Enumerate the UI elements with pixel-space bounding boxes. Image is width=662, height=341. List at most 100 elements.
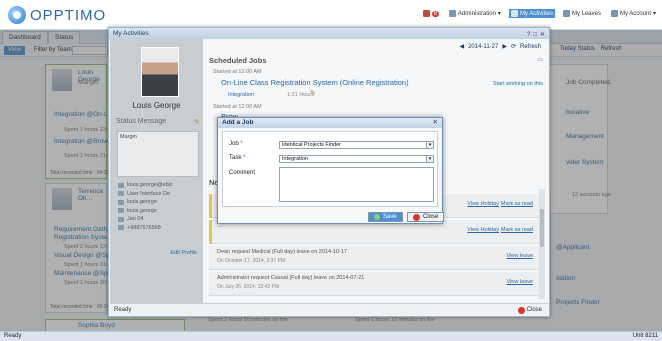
app-logo[interactable]: OPPTIMO bbox=[8, 6, 106, 24]
current-date[interactable]: 2014-11-27 bbox=[468, 44, 498, 50]
job-select[interactable]: Identical Projects Finder ▾ bbox=[279, 141, 434, 149]
view-leave-link[interactable]: View leave bbox=[507, 253, 534, 259]
notification-text: Administrator request Casual (Full day) … bbox=[217, 275, 365, 281]
job-label: Job * bbox=[229, 141, 243, 147]
notification-marker bbox=[209, 194, 212, 218]
dialog-title: Add a Job bbox=[222, 119, 254, 126]
notification-date: On July 26, 2014, 12:42 PM bbox=[217, 284, 279, 290]
app-header: OPPTIMO 8 Administration ▾ My Activities… bbox=[0, 0, 662, 30]
account-icon bbox=[610, 10, 618, 17]
refresh-button[interactable]: Refresh bbox=[520, 44, 541, 50]
close-label: Close bbox=[526, 307, 542, 313]
job-start-time: Started at 12:00 AM bbox=[213, 69, 262, 75]
view-holiday-link[interactable]: View Holiday bbox=[467, 227, 499, 233]
info-text: Jan 04 bbox=[127, 216, 144, 223]
scheduled-jobs-title: Scheduled Jobs bbox=[209, 56, 267, 65]
refresh-icon[interactable]: ⟳ bbox=[511, 43, 516, 50]
job-label-text: Job bbox=[229, 141, 239, 147]
notification-item: Dean request Medical (Full day) leave on… bbox=[209, 246, 543, 270]
email-row: louis.george@ebiz bbox=[118, 181, 173, 190]
task-select-value: Integration bbox=[282, 156, 308, 162]
designation-row: User Interface De bbox=[118, 190, 173, 199]
nav-label: Administration bbox=[457, 10, 496, 17]
check-icon bbox=[374, 214, 380, 220]
alerts-count: 8 bbox=[431, 10, 439, 17]
edit-status-icon[interactable]: ✎ bbox=[194, 118, 200, 126]
status-right: Unit 8211 bbox=[632, 333, 658, 339]
nav-my-activities[interactable]: My Activities bbox=[508, 9, 555, 18]
refresh-button-2[interactable]: Refresh bbox=[601, 46, 622, 52]
view-holiday-link[interactable]: View Holiday bbox=[467, 201, 499, 207]
window-status: Ready bbox=[114, 307, 132, 313]
window-title-bar[interactable]: My Activities ? □ ✕ bbox=[109, 28, 549, 39]
user-admin-icon bbox=[448, 10, 456, 17]
nav-my-account[interactable]: My Account ▾ bbox=[609, 9, 658, 18]
nav-my-leaves[interactable]: My Leaves bbox=[561, 9, 603, 18]
collapse-icon[interactable]: ▭ bbox=[537, 56, 543, 63]
close-button[interactable]: Close bbox=[407, 212, 445, 222]
view-leave-link[interactable]: View leave bbox=[507, 279, 534, 285]
scrollbar-thumb[interactable] bbox=[540, 209, 544, 247]
chevron-down-icon[interactable]: ▾ bbox=[426, 156, 433, 162]
profile-info: louis.george@ebiz User Interface De loui… bbox=[118, 181, 173, 232]
notifications-scrollbar[interactable] bbox=[539, 189, 545, 299]
notification-date: On October 17, 2014, 2:37 PM bbox=[217, 258, 286, 264]
status-bar: Ready Unit 8211 bbox=[0, 331, 662, 341]
header-nav: 8 Administration ▾ My Activities My Leav… bbox=[421, 9, 658, 18]
window-title: My Activities bbox=[113, 30, 149, 37]
leaves-icon bbox=[562, 10, 570, 17]
mark-as-read-link[interactable]: Mark as read bbox=[501, 201, 533, 207]
nav-label: My Activities bbox=[519, 10, 553, 17]
bell-icon bbox=[422, 10, 430, 17]
next-date-icon[interactable]: ▶ bbox=[502, 43, 507, 50]
start-working-link[interactable]: Start working on this bbox=[493, 81, 543, 87]
close-icon bbox=[517, 306, 525, 314]
messenger-row: louis.george bbox=[118, 207, 173, 216]
task-select[interactable]: Integration ▾ bbox=[279, 155, 434, 163]
status-message-box[interactable]: Margin bbox=[117, 131, 199, 177]
phone-icon bbox=[118, 225, 124, 231]
mark-as-read-link[interactable]: Mark as read bbox=[501, 227, 533, 233]
today-status-button[interactable]: Today Status bbox=[560, 46, 595, 52]
edit-profile-link[interactable]: Edit Profile bbox=[170, 250, 197, 256]
job-task[interactable]: Integration bbox=[228, 92, 254, 98]
skype-row: louis.george bbox=[118, 198, 173, 207]
nav-label: My Account bbox=[619, 10, 651, 17]
comment-field[interactable] bbox=[279, 167, 434, 202]
info-text: louis.george@ebiz bbox=[127, 182, 173, 189]
dialog-form: Job * Identical Projects Finder ▾ Task *… bbox=[222, 131, 438, 207]
briefcase-icon bbox=[118, 191, 124, 197]
window-close-button[interactable]: Close bbox=[517, 304, 542, 316]
notification-marker bbox=[209, 220, 212, 244]
dialog-close-icon[interactable]: ✕ bbox=[433, 118, 438, 128]
logo-text: OPPTIMO bbox=[30, 6, 107, 24]
job-start-time: Started at 12:00 AM bbox=[213, 104, 262, 110]
notification-item: Administrator request Casual (Full day) … bbox=[209, 272, 543, 296]
comment-label: Comment bbox=[229, 170, 256, 176]
task-label: Task * bbox=[229, 155, 245, 161]
task-label-text: Task bbox=[229, 155, 242, 161]
status-controls: Today Status Refresh bbox=[560, 46, 622, 52]
dialog-title-bar[interactable]: Add a Job ✕ bbox=[218, 118, 442, 128]
alerts-button[interactable]: 8 bbox=[421, 9, 441, 18]
chat-icon bbox=[118, 208, 124, 214]
nav-administration[interactable]: Administration ▾ bbox=[447, 9, 503, 18]
close-label: Close bbox=[423, 213, 439, 220]
info-text: User Interface De bbox=[127, 190, 171, 197]
info-text: louis.george bbox=[127, 199, 157, 206]
edit-job-icon[interactable]: ✎ bbox=[310, 89, 316, 97]
notification-text: Dean request Medical (Full day) leave on… bbox=[217, 249, 347, 255]
profile-name: Louis George bbox=[132, 101, 181, 110]
save-label: Save bbox=[383, 213, 397, 220]
prev-date-icon[interactable]: ◀ bbox=[459, 43, 464, 50]
info-text: +9887676568 bbox=[127, 224, 161, 231]
job-select-value: Identical Projects Finder bbox=[282, 142, 341, 148]
calendar-icon bbox=[118, 216, 124, 222]
birthday-row: Jan 04 bbox=[118, 215, 173, 224]
required-marker: * bbox=[243, 155, 246, 161]
required-marker: * bbox=[240, 141, 243, 147]
chevron-down-icon[interactable]: ▾ bbox=[426, 142, 433, 148]
job-title[interactable]: On-Line Class Registration System (Onlin… bbox=[221, 78, 409, 87]
save-button[interactable]: Save bbox=[368, 212, 403, 222]
logo-icon bbox=[8, 6, 26, 24]
